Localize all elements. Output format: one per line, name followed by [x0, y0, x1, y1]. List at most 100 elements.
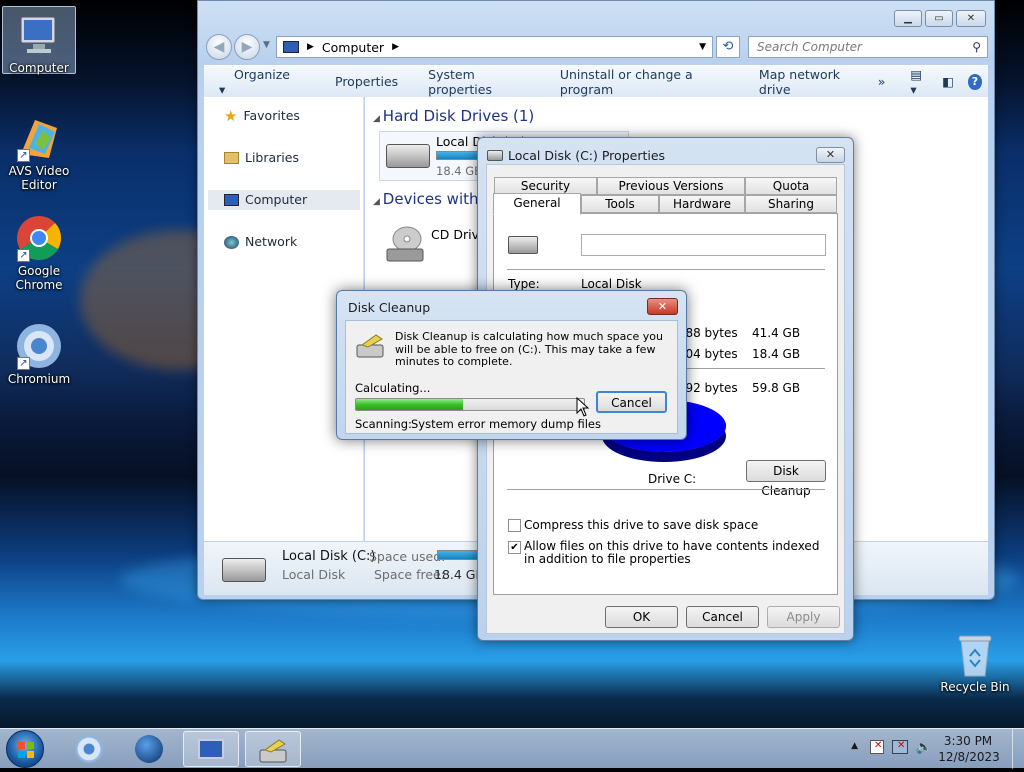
cancel-button[interactable]: Cancel — [596, 391, 667, 413]
forward-button[interactable]: ▶ — [234, 34, 260, 60]
tab-general[interactable]: General — [493, 193, 581, 215]
windows-logo-icon — [18, 742, 34, 758]
index-label: Allow files on this drive to have conten… — [524, 539, 820, 566]
taskbar-explorer[interactable] — [183, 731, 239, 767]
taskbar-disk-cleanup[interactable] — [245, 731, 301, 767]
organize-menu[interactable]: Organize ▾ — [219, 67, 305, 97]
network-status-icon[interactable]: ✕ — [892, 740, 908, 754]
drive-free-space: 18.4 GB — [436, 164, 483, 178]
clock-date[interactable]: 12/8/2023 — [936, 750, 1002, 764]
map-network-drive-button[interactable]: Map network drive — [759, 67, 863, 97]
tab-hardware[interactable]: Hardware — [659, 195, 745, 213]
window-controls: ▁ ▭ ✕ — [891, 10, 986, 27]
nav-item-libraries[interactable]: Libraries — [208, 148, 360, 168]
details-type: Local Disk — [282, 567, 346, 582]
close-button[interactable]: ✕ — [956, 10, 986, 27]
disk-cleanup-button[interactable]: Disk Cleanup — [746, 460, 826, 498]
taskbar-chromium[interactable] — [62, 731, 118, 767]
action-center-icon[interactable]: ✕ — [870, 740, 884, 754]
dialog-title: Disk Cleanup — [348, 300, 431, 315]
show-desktop-button[interactable] — [1012, 729, 1024, 769]
desktop-icon-label: Chromium — [7, 372, 71, 386]
tab-tools[interactable]: Tools — [581, 195, 659, 213]
volume-muted-icon[interactable]: 🔈 — [916, 740, 932, 755]
breadcrumb-computer[interactable]: Computer — [322, 40, 384, 55]
separator — [507, 269, 825, 270]
nav-item-favorites[interactable]: ★ Favorites — [208, 106, 360, 126]
cleanup-message: Disk Cleanup is calculating how much spa… — [395, 330, 663, 368]
start-button[interactable] — [6, 730, 44, 768]
close-button[interactable]: ✕ — [647, 298, 678, 315]
tab-previous-versions[interactable]: Previous Versions — [597, 177, 745, 195]
desktop-icon-recycle-bin[interactable]: Recycle Bin — [938, 626, 1012, 694]
shortcut-arrow-icon: ↗ — [17, 149, 30, 162]
refresh-icon: ⟲ — [722, 39, 734, 54]
hard-drive-icon — [222, 558, 266, 582]
computer-icon — [283, 41, 299, 53]
chromium-icon — [75, 735, 103, 763]
desktop-icon-label: Recycle Bin — [940, 680, 1010, 694]
drive-label: Drive C: — [648, 472, 697, 486]
address-bar[interactable]: ▶ Computer ▶ ▼ — [276, 36, 713, 58]
taskbar-media-player[interactable] — [122, 731, 178, 767]
breadcrumb-separator-icon[interactable]: ▶ — [307, 42, 314, 52]
maximize-button[interactable]: ▭ — [925, 10, 953, 27]
minimize-button[interactable]: ▁ — [894, 10, 922, 27]
tab-sharing[interactable]: Sharing — [745, 195, 837, 213]
cd-drive-icon — [385, 225, 425, 263]
refresh-button[interactable]: ⟲ — [716, 36, 740, 58]
nav-item-network[interactable]: Network — [208, 232, 360, 252]
cancel-button[interactable]: Cancel — [686, 606, 759, 628]
desktop-icon-computer[interactable]: Computer — [2, 6, 76, 75]
taskbar: ▲ ✕ ✕ 🔈 3:30 PM 12/8/2023 — [0, 728, 1024, 769]
tab-quota[interactable]: Quota — [745, 177, 837, 195]
clock-time[interactable]: 3:30 PM — [940, 734, 996, 748]
group-header-hdd[interactable]: ◢ Hard Disk Drives (1) — [373, 107, 534, 125]
desktop-icon-chromium[interactable]: ↗ Chromium — [2, 318, 76, 386]
compress-checkbox[interactable] — [508, 519, 521, 532]
disk-cleanup-dialog: Disk Cleanup ✕ Disk Cleanup is calculati… — [336, 290, 687, 440]
drive-icon — [487, 150, 503, 161]
help-icon[interactable]: ? — [967, 73, 982, 90]
back-button[interactable]: ◀ — [206, 34, 232, 60]
recent-pages-dropdown-icon[interactable]: ▼ — [263, 40, 270, 50]
drive-large-icon — [508, 236, 538, 254]
details-name: Local Disk (C:) — [282, 549, 376, 564]
chromium-icon: ↗ — [15, 322, 63, 370]
used-size: 41.4 GB — [752, 326, 801, 340]
recycle-bin-icon — [951, 630, 999, 678]
nav-item-computer[interactable]: Computer — [208, 190, 360, 210]
properties-button[interactable]: Properties — [335, 74, 398, 89]
computer-icon — [224, 194, 239, 206]
ok-button[interactable]: OK — [605, 606, 678, 628]
navigation-bar: ◀ ▶ ▼ ▶ Computer ▶ ▼ ⟲ Search Computer ⚲ — [206, 34, 988, 60]
desktop-icon-label: Computer — [9, 61, 69, 75]
drive-name-input[interactable] — [581, 234, 826, 256]
dialog-title: Local Disk (C:) Properties — [508, 148, 666, 163]
more-commands-button[interactable]: » — [878, 74, 886, 89]
space-used-label: Space used: — [369, 549, 446, 564]
preview-pane-icon[interactable]: ◧ — [942, 74, 954, 89]
system-properties-button[interactable]: System properties — [428, 67, 530, 97]
desktop-icon-google-chrome[interactable]: ↗ Google Chrome — [2, 210, 76, 292]
computer-icon — [15, 11, 63, 59]
scanning-item: System error memory dump files — [411, 417, 601, 431]
breadcrumb-separator-icon[interactable]: ▶ — [392, 42, 399, 52]
search-input[interactable]: Search Computer ⚲ — [748, 36, 988, 58]
free-size: 18.4 GB — [752, 347, 801, 361]
desktop-icon-label: Google Chrome — [15, 264, 63, 292]
address-dropdown-icon[interactable]: ▼ — [699, 42, 706, 52]
close-button[interactable]: ✕ — [816, 147, 845, 163]
uninstall-program-button[interactable]: Uninstall or change a program — [560, 67, 729, 97]
desktop-icon-avs-video-editor[interactable]: ↗ AVS Video Editor — [2, 110, 76, 192]
type-label: Type: — [508, 277, 540, 291]
show-hidden-icons-icon[interactable]: ▲ — [851, 741, 858, 751]
dialog-body: Disk Cleanup is calculating how much spa… — [345, 320, 678, 434]
index-checkbox[interactable]: ✔ — [508, 541, 521, 554]
apply-button: Apply — [767, 606, 840, 628]
globe-icon — [135, 735, 163, 763]
desktop-icon-label: AVS Video Editor — [8, 164, 70, 192]
mouse-cursor-icon — [576, 396, 590, 420]
view-options-icon[interactable]: ▤ ▾ — [910, 67, 930, 97]
command-bar: Organize ▾ Properties System properties … — [204, 65, 988, 97]
